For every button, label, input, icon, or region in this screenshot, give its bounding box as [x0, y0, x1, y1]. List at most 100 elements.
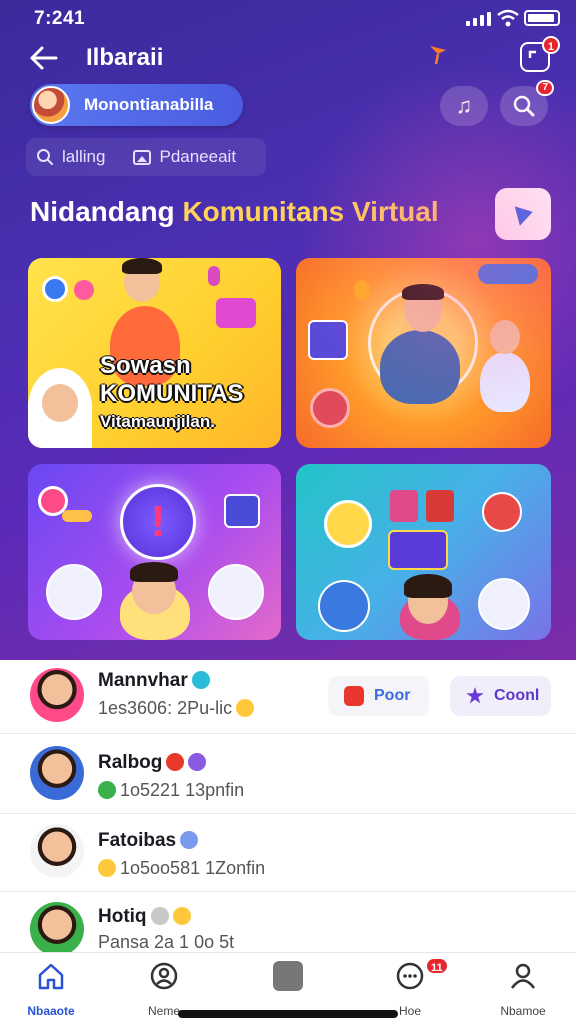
tab-menu[interactable]: [243, 961, 333, 999]
person-illustration: [380, 330, 460, 404]
person-head: [404, 288, 442, 332]
home-indicator[interactable]: [178, 1010, 398, 1018]
member-meta-text: 1es3606: 2Pu-lic: [98, 698, 233, 718]
wifi-icon: [497, 9, 519, 27]
emoji-icon: [188, 753, 207, 771]
filter-tab-1[interactable]: lalling: [36, 147, 105, 167]
section-title-text: Nidandang: [30, 196, 183, 227]
emoji-icon: [166, 753, 185, 771]
alert-emblem: !: [120, 484, 196, 560]
emoji-icon: [98, 781, 116, 799]
star-icon: [466, 687, 484, 704]
camera-sticker-icon: [216, 298, 256, 328]
emoji-icon: [172, 907, 191, 925]
community-name: Monontianabilla: [84, 95, 214, 114]
battery-icon: [524, 10, 560, 26]
child-avatar: [208, 564, 264, 620]
avatar: [30, 902, 84, 956]
share-button[interactable]: 1: [520, 36, 560, 72]
music-note-icon: ♫: [455, 93, 473, 118]
filter-tab-2[interactable]: Pdaneeait: [133, 147, 236, 167]
grid-menu-icon: [273, 961, 303, 991]
person-hair: [122, 258, 162, 274]
member-meta: 1o5221 13pnfin: [98, 780, 244, 801]
user-icon: [510, 963, 536, 989]
notification-badge: 1: [541, 36, 560, 54]
filter-bar: lalling Pdaneeait: [26, 138, 266, 176]
avatar: [30, 746, 84, 800]
person-hair: [402, 284, 444, 300]
flag-icon[interactable]: [426, 42, 450, 66]
card-sticker-icon: [390, 490, 418, 522]
list-item[interactable]: Fatoibas 1o5oo581 1Zonfin: [0, 818, 576, 892]
play-button[interactable]: [495, 188, 551, 240]
peer-icon: [344, 686, 364, 706]
emoji-icon: [236, 699, 255, 717]
tab-account[interactable]: Nbamoe: [478, 961, 568, 1018]
card-sticker-icon: [426, 490, 454, 522]
home-icon: [38, 963, 64, 990]
member-meta: 1o5oo581 1Zonfin: [98, 858, 265, 879]
play-icon: [514, 202, 536, 226]
person-hair: [130, 562, 178, 582]
peer-button[interactable]: Poor: [328, 676, 429, 716]
member-name: Fatoibas: [98, 830, 199, 852]
tab-label: Nbaaote: [27, 1004, 75, 1018]
member-name-text: Ralbog: [98, 752, 163, 773]
avatar: [30, 668, 84, 722]
community-selector[interactable]: Monontianabilla: [30, 84, 243, 126]
game-board-sticker-icon: [388, 530, 448, 570]
cloud-sticker-icon: [478, 264, 538, 284]
card-caption: Sowasn KOMUNITAS Vitamaunjilan.: [100, 352, 244, 436]
list-item[interactable]: Ralbog 1o5221 13pnfin: [0, 740, 576, 814]
emoji-icon: [98, 859, 116, 877]
card-caption-line: Vitamaunjilan.: [100, 412, 215, 431]
community-card[interactable]: [296, 464, 551, 640]
music-button[interactable]: ♫: [440, 86, 488, 126]
member-name-text: Hotiq: [98, 906, 147, 927]
community-card[interactable]: [296, 258, 551, 448]
community-card[interactable]: Sowasn KOMUNITAS Vitamaunjilan.: [28, 258, 281, 448]
page-title: Ilbaraii: [86, 44, 164, 71]
card-caption-line: Sowasn: [100, 352, 191, 379]
member-meta: 1es3606: 2Pu-lic: [98, 698, 255, 719]
child-avatar: [318, 580, 370, 632]
status-time: 7:241: [34, 8, 86, 29]
glow-ring: [368, 288, 478, 398]
balloon-sticker-icon: [354, 280, 370, 300]
list-item[interactable]: Mannvhar 1es3606: 2Pu-lic Poor Coonl: [0, 660, 576, 734]
member-name: Mannvhar: [98, 670, 210, 692]
game-board-sticker-icon: [308, 320, 348, 360]
person-head: [490, 320, 520, 354]
hero-section: 7:241 Ilbaraii 1 Monontianabilla ♫ 7 lal…: [0, 0, 576, 660]
key-sticker-icon: [62, 510, 92, 522]
person-hair: [404, 574, 452, 598]
sticker-icon: [208, 266, 220, 286]
search-button[interactable]: 7: [500, 80, 554, 126]
phone-sticker-icon: [224, 494, 260, 528]
chat-bubble-icon: [396, 962, 424, 990]
child-avatar: [46, 564, 102, 620]
member-meta-text: 1o5221 13pnfin: [120, 780, 245, 800]
cool-button[interactable]: Coonl: [450, 676, 551, 716]
member-name-text: Mannvhar: [98, 670, 188, 691]
profile-icon: [150, 962, 178, 990]
child-illustration: [480, 352, 530, 412]
cellular-signal-icon: [466, 12, 491, 26]
top-app-bar: Ilbaraii 1: [0, 36, 576, 80]
alert-symbol: !: [150, 497, 166, 546]
member-meta-text: 1o5oo581 1Zonfin: [120, 858, 266, 878]
member-name-text: Fatoibas: [98, 830, 177, 851]
community-card[interactable]: !: [28, 464, 281, 640]
filter-label: Pdaneeait: [159, 147, 237, 166]
target-sticker-icon: [310, 388, 350, 428]
section-title: Nidandang Komunitans Virtual: [30, 196, 439, 228]
filter-label: lalling: [62, 147, 106, 166]
verified-icon: [191, 671, 210, 689]
back-arrow-icon[interactable]: [28, 42, 60, 74]
notification-badge: 11: [425, 957, 449, 975]
peer-button-label: Poor: [374, 687, 411, 704]
image-icon: [133, 149, 152, 165]
phone-sticker-icon: [42, 276, 68, 302]
tab-home[interactable]: Nbaaote: [6, 961, 96, 1018]
